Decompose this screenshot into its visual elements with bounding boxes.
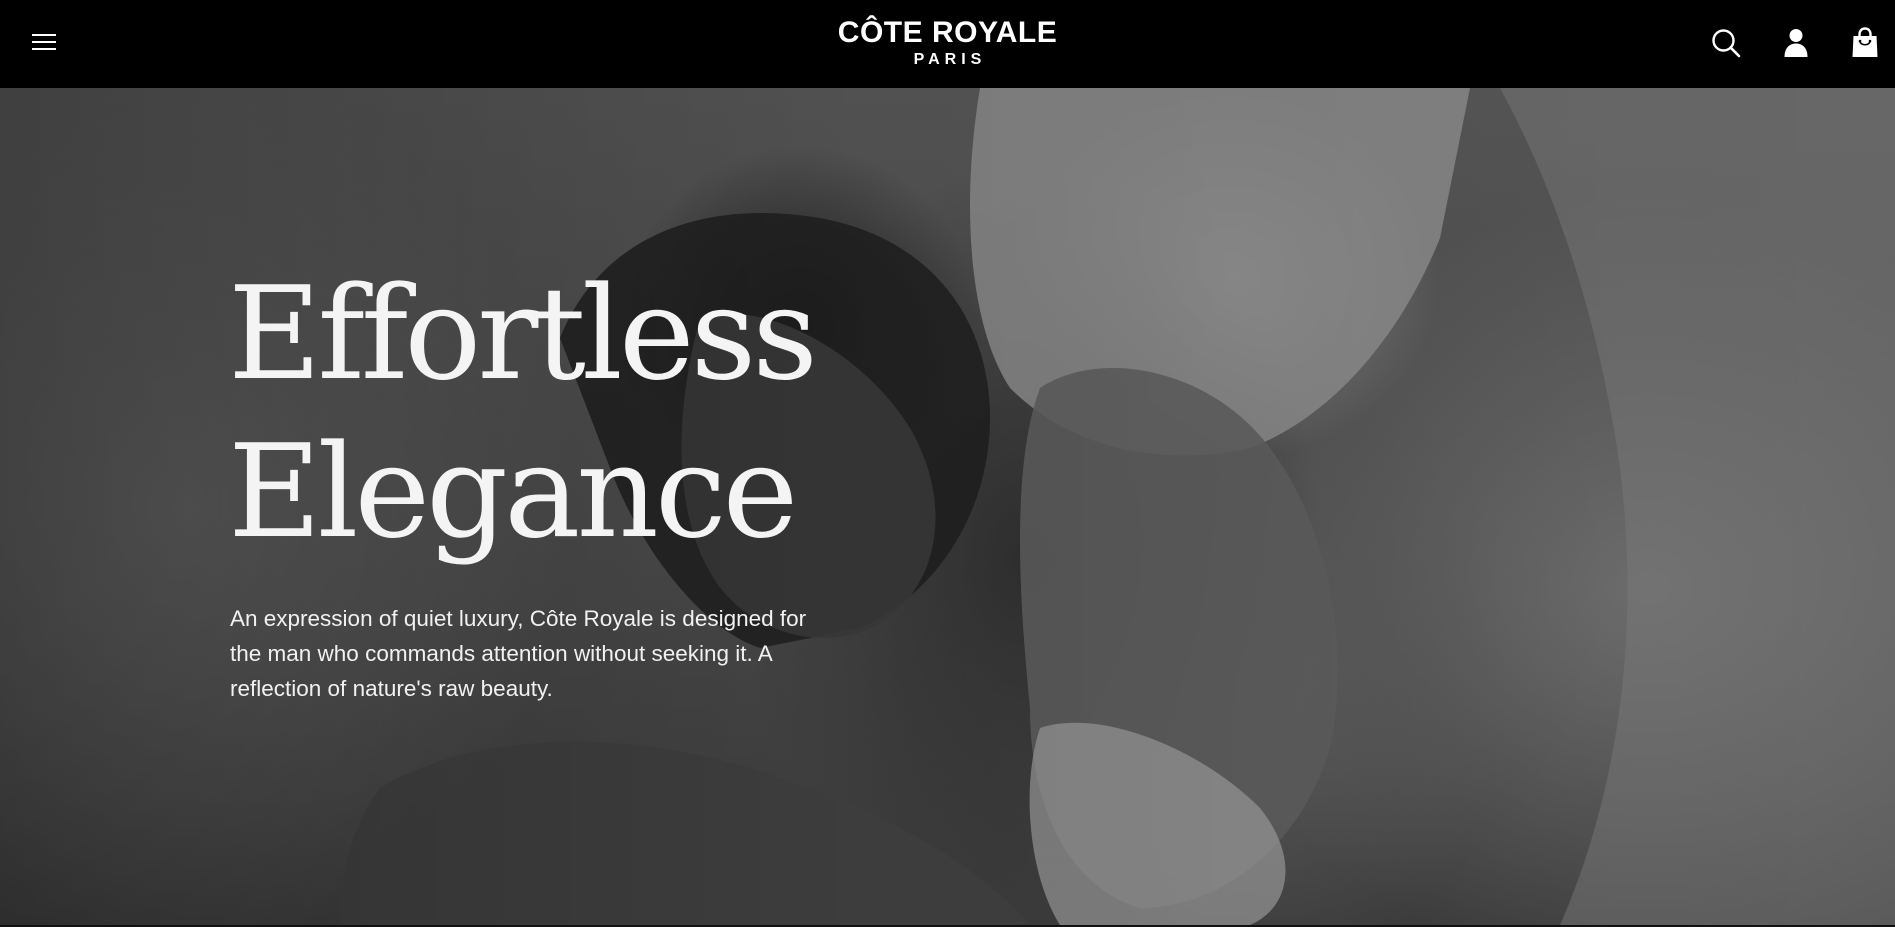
shopping-bag-icon[interactable] [1848,26,1882,60]
hero-title-line: Effortless [228,260,818,409]
hero-title-line: Elegance [228,418,798,567]
brand-logo[interactable]: CÔTE ROYALE PARIS [0,16,1895,69]
hero-banner: Effortless Elegance An expression of qui… [0,88,1895,925]
site-header: CÔTE ROYALE PARIS [0,0,1895,88]
hero-description: An expression of quiet luxury, Côte Roya… [230,606,807,701]
brand-name: CÔTE ROYALE [837,16,1058,49]
brand-city: PARIS [913,51,987,68]
user-icon[interactable] [1779,26,1813,60]
hero-title: Effortless Elegance [228,256,928,572]
search-icon[interactable] [1709,26,1743,60]
